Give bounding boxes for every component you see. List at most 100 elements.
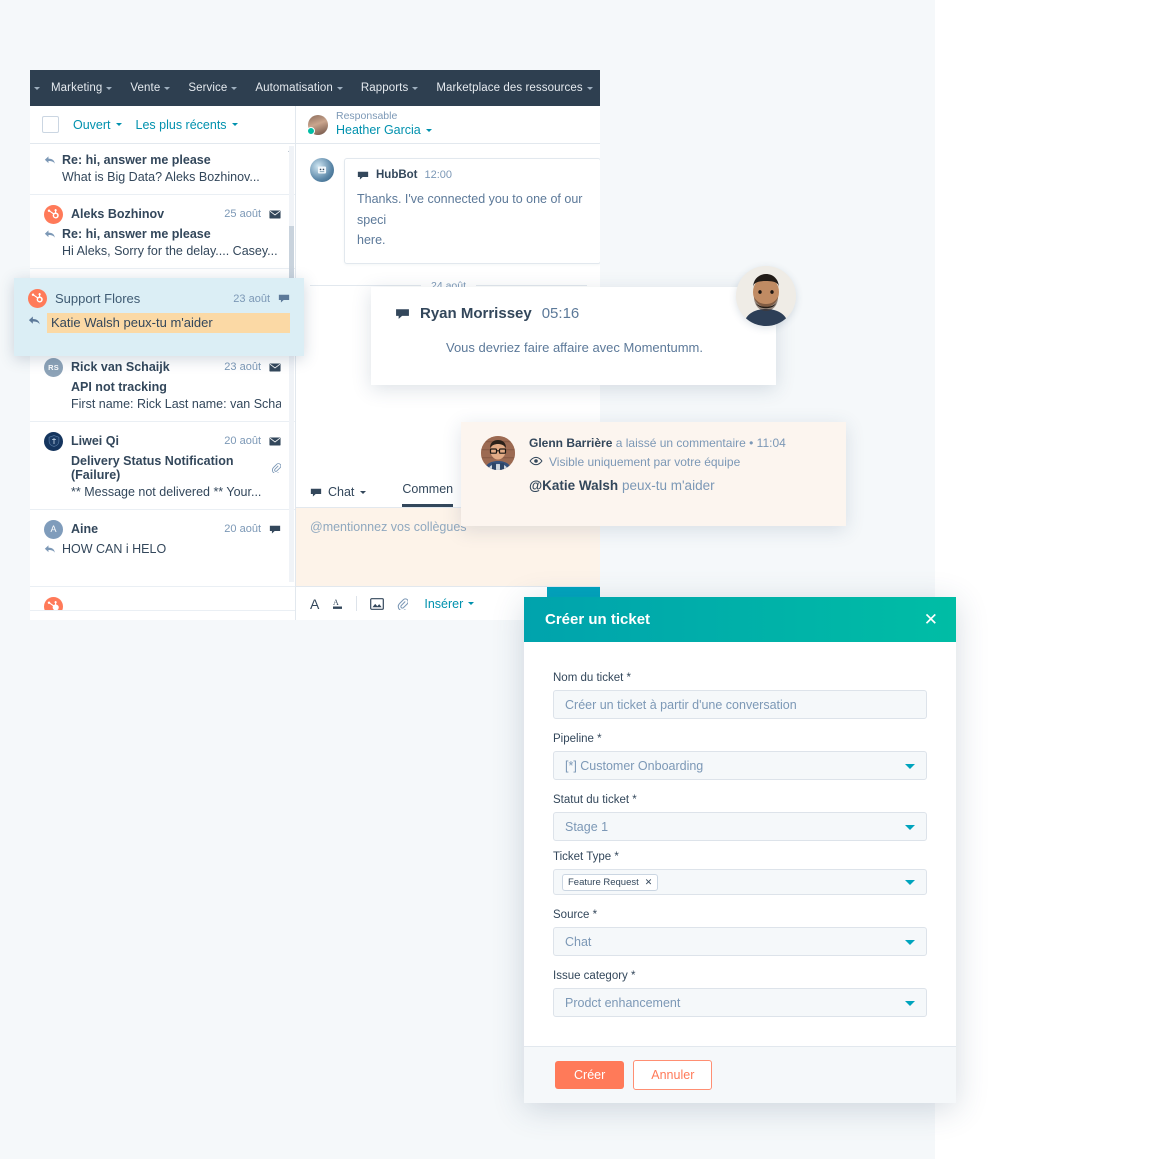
field-label: Statut du ticket *	[553, 794, 637, 806]
cancel-button[interactable]: Annuler	[633, 1060, 713, 1090]
font-A-icon[interactable]: A	[310, 596, 319, 612]
conversation-name: Aleks Bozhinov	[71, 207, 165, 221]
reply-arrow-icon	[44, 155, 56, 166]
pipeline-select[interactable]: [*] Customer Onboarding	[553, 751, 927, 780]
filter-status-label: Ouvert	[73, 117, 111, 132]
reply-arrow-icon	[44, 229, 56, 240]
chat-icon	[357, 170, 369, 181]
field-ticket-type: Ticket Type * Feature Request ✕	[553, 851, 927, 895]
filter-sort-dropdown[interactable]: Les plus récents	[136, 118, 238, 132]
conversation-list-toolbar: Ouvert Les plus récents	[30, 106, 295, 144]
field-source: Source * Chat	[553, 909, 927, 956]
nav-item-overflow[interactable]	[30, 86, 42, 90]
tab-chat[interactable]: Chat	[310, 485, 367, 507]
list-item[interactable]: Aleks Bozhinov 25 août Re: hi, answer me…	[30, 195, 295, 269]
owner-dropdown[interactable]: Heather Garcia	[336, 122, 432, 138]
nav-item-automatisation[interactable]: Automatisation	[246, 82, 351, 94]
conversation-name: Aine	[71, 522, 99, 536]
conversation-list-scrollbar[interactable]	[289, 146, 294, 582]
close-icon[interactable]: ✕	[924, 611, 938, 628]
list-item[interactable]: RS Rick van Schaijk 23 août API not trac…	[30, 348, 295, 422]
conversation-name: Liwei Qi	[71, 434, 119, 448]
conversation-date: 25 août	[224, 208, 261, 220]
conversation-name: Support Flores	[55, 291, 141, 306]
nav-item-vente[interactable]: Vente	[121, 82, 179, 94]
chevron-down-icon	[336, 86, 343, 90]
select-all-checkbox[interactable]	[42, 116, 59, 133]
reply-arrow-icon	[28, 314, 41, 332]
insert-dropdown[interactable]: Insérer	[424, 596, 475, 611]
image-icon[interactable]	[370, 597, 385, 610]
chevron-down-icon	[164, 86, 171, 90]
list-item[interactable]: Re: hi, answer me please What is Big Dat…	[30, 144, 295, 195]
create-button[interactable]: Créer	[555, 1061, 625, 1089]
tab-commentaire[interactable]: Commen	[402, 482, 454, 507]
source-select[interactable]: Chat	[553, 927, 927, 956]
paperclip-icon	[271, 461, 281, 475]
modal-title: Créer un ticket	[545, 611, 651, 628]
chevron-down-icon	[905, 824, 915, 830]
text-color-icon[interactable]: A	[332, 597, 343, 611]
conversation-date: 20 août	[224, 435, 261, 447]
list-item[interactable]: Liwei Qi 20 août Delivery Status Notific…	[30, 422, 295, 510]
avatar: RS	[44, 357, 63, 377]
ticket-status-select[interactable]: Stage 1	[553, 812, 927, 841]
avatar	[736, 266, 796, 326]
floating-comment-card: Glenn Barrière a laissé un commentaire •…	[461, 422, 846, 526]
email-icon	[269, 209, 281, 220]
chip-remove-icon[interactable]: ✕	[645, 877, 653, 888]
conversation-subject-row: Re: hi, answer me please	[44, 227, 281, 241]
ticket-name-input[interactable]: Créer un ticket à partir d'une conversat…	[553, 690, 927, 719]
insert-label: Insérer	[424, 596, 464, 611]
issue-category-select[interactable]: Prodct enhancement	[553, 988, 927, 1017]
field-label: Nom du ticket *	[553, 672, 631, 684]
avatar	[44, 431, 63, 451]
field-value: Prodct enhancement	[565, 995, 681, 1010]
conversation-date: 23 août	[224, 361, 261, 373]
modal-footer: Créer Annuler	[524, 1046, 956, 1103]
conversation-subject-row: Delivery Status Notification (Failure)	[44, 454, 281, 482]
email-icon	[269, 362, 281, 373]
chat-icon	[278, 293, 290, 304]
filter-status-dropdown[interactable]: Ouvert	[73, 118, 122, 132]
field-label: Source *	[553, 909, 598, 921]
nav-item-marketing[interactable]: Marketing	[42, 82, 121, 94]
toolbar-divider	[356, 596, 358, 611]
chevron-down-icon	[905, 939, 915, 945]
comment-action: a laissé un commentaire	[615, 436, 746, 450]
avatar	[310, 158, 334, 182]
message-time: 12:00	[424, 169, 453, 181]
highlighted-conversation-card[interactable]: Support Flores 23 août Katie Walsh peux-…	[14, 278, 304, 356]
message-hubbot: HubBot 12:00 Thanks. I've connected you …	[296, 144, 600, 264]
conversation-name: Rick van Schaijk	[71, 360, 170, 374]
comment-mention[interactable]: @Katie Walsh	[529, 478, 618, 493]
field-label: Pipeline *	[553, 733, 602, 745]
list-item[interactable]	[30, 587, 295, 611]
chevron-down-icon	[412, 86, 419, 90]
chevron-down-icon	[905, 763, 915, 769]
nav-item-marketplace[interactable]: Marketplace des ressources	[427, 82, 600, 94]
comment-text: peux-tu m'aider	[621, 478, 715, 493]
list-item[interactable]: A Aine 20 août HOW CAN i HELO	[30, 510, 295, 587]
conversation-preview: What is Big Data? Aleks Bozhinov...	[62, 170, 260, 184]
conversation-list[interactable]: Re: hi, answer me please What is Big Dat…	[30, 144, 295, 620]
nav-item-service[interactable]: Service	[179, 82, 246, 94]
nav-item-label: Vente	[130, 82, 161, 94]
chat-icon	[310, 487, 322, 498]
message-body: Vous devriez faire affaire avec Momentum…	[446, 340, 703, 355]
nav-item-rapports[interactable]: Rapports	[352, 82, 427, 94]
avatar	[28, 289, 47, 308]
comment-header: Glenn Barrière a laissé un commentaire •…	[529, 436, 826, 450]
conversation-subject: Delivery Status Notification (Failure)	[71, 454, 234, 482]
message-author: Ryan Morrissey	[420, 305, 532, 322]
chevron-down-icon	[34, 86, 40, 90]
chevron-down-icon	[586, 86, 593, 90]
selected-chip[interactable]: Feature Request ✕	[562, 873, 659, 891]
nav-item-label: Marketing	[51, 82, 103, 94]
ticket-type-select[interactable]: Feature Request ✕	[553, 869, 927, 895]
paperclip-icon[interactable]	[397, 597, 409, 610]
chevron-down-icon	[905, 880, 915, 885]
reply-arrow-icon	[44, 544, 56, 555]
highlighted-message-text: Katie Walsh peux-tu m'aider	[47, 313, 290, 333]
comment-author: Glenn Barrière	[529, 436, 613, 450]
